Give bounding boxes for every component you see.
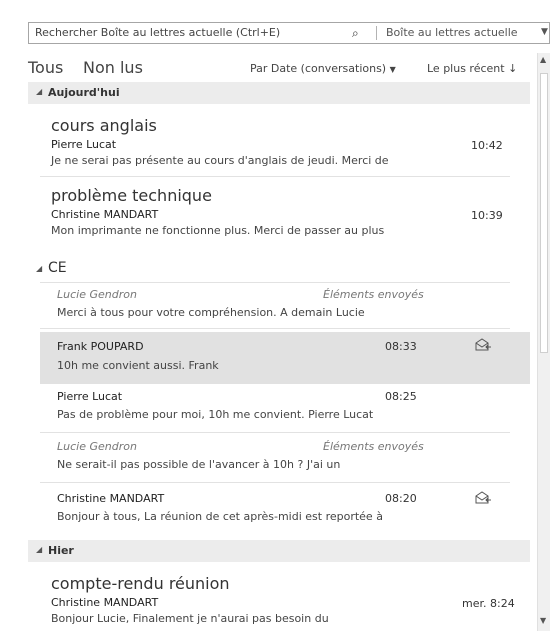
message-sender: Lucie Gendron	[57, 288, 137, 301]
message-time: mer. 8:24	[462, 597, 515, 610]
divider	[40, 328, 510, 329]
message-preview: Bonjour Lucie, Finalement je n'aurai pas…	[51, 612, 329, 625]
message-sender: Pierre Lucat	[51, 138, 117, 151]
group-label: Aujourd'hui	[48, 86, 120, 99]
search-scope-dropdown[interactable]: Boîte au lettres actuelle	[386, 26, 518, 39]
chevron-down-icon: ▼	[389, 65, 396, 74]
message-time: 08:25	[385, 390, 417, 403]
scroll-up-arrow-icon[interactable]: ▲	[540, 55, 546, 64]
sort-by-date[interactable]: Par Date (conversations) ▼	[250, 62, 396, 75]
message-sender: Christine MANDART	[57, 492, 165, 505]
message-time: 10:42	[471, 139, 503, 152]
message-preview: Je ne serai pas présente au cours d'angl…	[51, 154, 389, 167]
reply-icon	[474, 337, 492, 357]
group-header-ce[interactable]: ◢ CE	[28, 256, 530, 282]
sort-by-date-label: Par Date (conversations)	[250, 62, 387, 75]
message-folder: Éléments envoyés	[323, 288, 424, 301]
collapse-triangle-icon[interactable]: ◢	[36, 264, 42, 273]
filter-unread[interactable]: Non lus	[83, 58, 143, 77]
list-item[interactable]: Pierre Lucat 08:25 Pas de problème pour …	[40, 386, 530, 430]
divider	[40, 176, 510, 177]
group-header-today[interactable]: ◢ Aujourd'hui	[28, 82, 530, 104]
scrollbar-thumb[interactable]	[540, 73, 548, 353]
divider	[40, 432, 510, 433]
group-header-yesterday[interactable]: ◢ Hier	[28, 540, 530, 562]
sort-order-label: Le plus récent	[427, 62, 505, 75]
message-subject: compte-rendu réunion	[51, 574, 230, 593]
list-item[interactable]: Christine MANDART 08:20 Bonjour à tous, …	[40, 488, 530, 532]
message-preview: Mon imprimante ne fonctionne plus. Merci…	[51, 224, 385, 237]
chevron-down-icon[interactable]: ▼	[541, 27, 548, 37]
group-label: CE	[48, 260, 67, 276]
message-subject: problème technique	[51, 186, 212, 205]
message-folder: Éléments envoyés	[323, 440, 424, 453]
list-item[interactable]: Lucie Gendron Éléments envoyés Merci à t…	[40, 284, 530, 328]
group-label: Hier	[48, 544, 74, 557]
collapse-triangle-icon[interactable]: ◢	[36, 87, 42, 96]
message-time: 08:33	[385, 340, 417, 353]
message-sender: Christine MANDART	[51, 596, 159, 609]
divider	[40, 282, 510, 283]
filter-all[interactable]: Tous	[28, 58, 63, 77]
search-divider	[376, 26, 377, 40]
vertical-scrollbar[interactable]: ▲ ▼	[537, 53, 550, 631]
list-item[interactable]: problème technique Christine MANDART Mon…	[40, 182, 530, 244]
list-item[interactable]: compte-rendu réunion Christine MANDART B…	[40, 570, 530, 631]
divider	[40, 482, 510, 483]
message-subject: cours anglais	[51, 116, 157, 135]
message-time: 10:39	[471, 209, 503, 222]
message-preview: Ne serait-il pas possible de l'avancer à…	[57, 458, 341, 471]
list-item[interactable]: cours anglais Pierre Lucat Je ne serai p…	[40, 112, 530, 174]
search-box[interactable]: Rechercher Boîte au lettres actuelle (Ct…	[28, 22, 550, 44]
reply-icon	[474, 490, 492, 510]
sort-order[interactable]: Le plus récent ↓	[427, 62, 517, 75]
search-input[interactable]: Rechercher Boîte au lettres actuelle (Ct…	[35, 26, 280, 39]
message-time: 08:20	[385, 492, 417, 505]
message-preview: 10h me convient aussi. Frank	[57, 359, 219, 372]
scroll-down-arrow-icon[interactable]: ▼	[540, 616, 546, 625]
message-preview: Bonjour à tous, La réunion de cet après-…	[57, 510, 383, 523]
list-item[interactable]: Lucie Gendron Éléments envoyés Ne serait…	[40, 436, 530, 480]
message-sender: Pierre Lucat	[57, 390, 123, 403]
message-preview: Pas de problème pour moi, 10h me convien…	[57, 408, 374, 421]
message-sender: Christine MANDART	[51, 208, 159, 221]
message-sender: Frank POUPARD	[57, 340, 144, 353]
collapse-triangle-icon[interactable]: ◢	[36, 545, 42, 554]
arrow-down-icon: ↓	[508, 62, 518, 75]
list-item-selected[interactable]: Frank POUPARD 08:33 10h me convient auss…	[40, 332, 530, 384]
message-sender: Lucie Gendron	[57, 440, 137, 453]
message-preview: Merci à tous pour votre compréhension. A…	[57, 306, 365, 319]
magnifier-icon[interactable]: ⌕	[352, 26, 359, 41]
